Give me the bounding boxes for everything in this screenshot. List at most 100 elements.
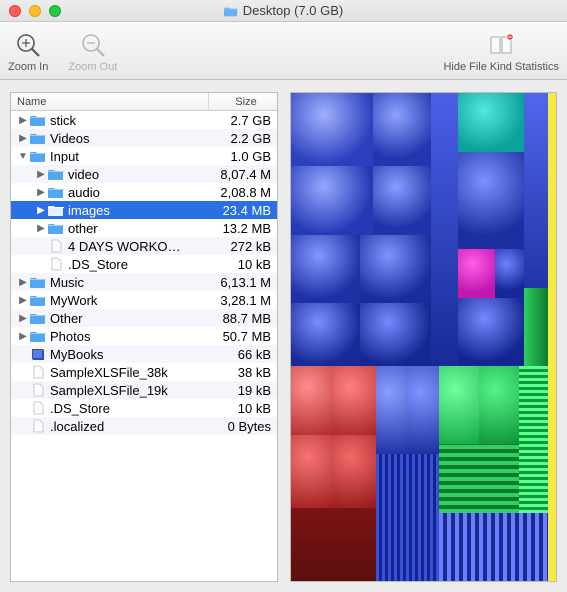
table-row[interactable]: ▶ Other88.7 MB bbox=[11, 309, 277, 327]
file-icon bbox=[48, 257, 64, 271]
table-row[interactable]: ▶ MyWork3,28.1 M bbox=[11, 291, 277, 309]
file-tree-panel: Name Size ▶ stick2.7 GB ▶ Videos2.2 GB▼Inpu… bbox=[10, 92, 278, 582]
row-size: 0 Bytes bbox=[207, 419, 271, 434]
row-size: 6,13.1 M bbox=[207, 275, 271, 290]
folder-icon bbox=[48, 167, 64, 181]
table-row[interactable]: ▶ video8,07.4 M bbox=[11, 165, 277, 183]
disclosure-triangle-icon[interactable]: ▶ bbox=[35, 223, 47, 234]
folder-icon bbox=[30, 149, 46, 163]
zoom-in-label: Zoom In bbox=[8, 61, 48, 73]
column-name[interactable]: Name bbox=[11, 93, 209, 110]
file-icon bbox=[48, 239, 64, 253]
row-label: .DS_Store bbox=[68, 257, 207, 272]
folder-icon bbox=[30, 293, 46, 307]
disclosure-triangle-icon[interactable]: ▶ bbox=[17, 295, 29, 306]
table-row[interactable]: .DS_Store10 kB bbox=[11, 255, 277, 273]
disclosure-triangle-icon[interactable]: ▶ bbox=[17, 277, 29, 288]
window-controls bbox=[0, 5, 61, 17]
table-row[interactable]: ▶ Photos50.7 MB bbox=[11, 327, 277, 345]
disclosure-triangle-icon[interactable]: ▶ bbox=[35, 187, 47, 198]
folder-icon bbox=[48, 221, 64, 235]
disclosure-triangle-icon[interactable]: ▶ bbox=[17, 313, 29, 324]
file-icon bbox=[30, 401, 46, 415]
window-title-text: Desktop (7.0 GB) bbox=[243, 3, 343, 18]
row-label: Photos bbox=[50, 329, 207, 344]
table-row[interactable]: ▶ other13.2 MB bbox=[11, 219, 277, 237]
table-row[interactable]: ▶ images23.4 MB bbox=[11, 201, 277, 219]
panel-icon bbox=[487, 31, 515, 59]
row-label: Other bbox=[50, 311, 207, 326]
row-label: Music bbox=[50, 275, 207, 290]
row-label: images bbox=[68, 203, 207, 218]
row-size: 3,28.1 M bbox=[207, 293, 271, 308]
folder-icon bbox=[30, 329, 46, 343]
close-icon[interactable] bbox=[9, 5, 21, 17]
disclosure-triangle-icon[interactable]: ▶ bbox=[17, 331, 29, 342]
row-label: MyBooks bbox=[50, 347, 207, 362]
row-size: 272 kB bbox=[207, 239, 271, 254]
table-header[interactable]: Name Size bbox=[11, 93, 277, 111]
table-row[interactable]: .localized0 Bytes bbox=[11, 417, 277, 435]
zoom-icon[interactable] bbox=[49, 5, 61, 17]
row-size: 2,08.8 M bbox=[207, 185, 271, 200]
disclosure-triangle-icon[interactable]: ▼ bbox=[17, 151, 29, 162]
minimize-icon[interactable] bbox=[29, 5, 41, 17]
zoom-out-button: Zoom Out bbox=[68, 31, 117, 73]
folder-icon bbox=[30, 131, 46, 145]
disclosure-triangle-icon[interactable]: ▶ bbox=[17, 115, 29, 126]
row-size: 50.7 MB bbox=[207, 329, 271, 344]
table-row[interactable]: .DS_Store10 kB bbox=[11, 399, 277, 417]
table-row[interactable]: ▼Input1.0 GB bbox=[11, 147, 277, 165]
row-size: 2.7 GB bbox=[207, 113, 271, 128]
row-label: audio bbox=[68, 185, 207, 200]
zoom-in-icon bbox=[14, 31, 42, 59]
table-row[interactable]: ▶ Music6,13.1 M bbox=[11, 273, 277, 291]
book-icon bbox=[30, 347, 46, 361]
file-icon bbox=[30, 383, 46, 397]
row-size: 8,07.4 M bbox=[207, 167, 271, 182]
treemap-panel[interactable] bbox=[290, 92, 557, 582]
toolbar: Zoom In Zoom Out Hide File Kind Statisti… bbox=[0, 22, 567, 80]
row-label: stick bbox=[50, 113, 207, 128]
table-row[interactable]: ▶ stick2.7 GB bbox=[11, 111, 277, 129]
row-size: 19 kB bbox=[207, 383, 271, 398]
folder-icon bbox=[30, 113, 46, 127]
row-label: 4 DAYS WORKO… bbox=[68, 239, 207, 254]
table-row[interactable]: MyBooks66 kB bbox=[11, 345, 277, 363]
row-label: Videos bbox=[50, 131, 207, 146]
folder-icon bbox=[30, 275, 46, 289]
row-label: .DS_Store bbox=[50, 401, 207, 416]
row-label: MyWork bbox=[50, 293, 207, 308]
titlebar: Desktop (7.0 GB) bbox=[0, 0, 567, 22]
disclosure-triangle-icon[interactable]: ▶ bbox=[35, 205, 47, 216]
zoom-out-icon bbox=[79, 31, 107, 59]
folder-icon bbox=[30, 311, 46, 325]
content-area: Name Size ▶ stick2.7 GB ▶ Videos2.2 GB▼Inpu… bbox=[0, 82, 567, 592]
folder-icon bbox=[48, 185, 64, 199]
row-label: SampleXLSFile_38k bbox=[50, 365, 207, 380]
folder-icon bbox=[224, 5, 238, 17]
row-size: 23.4 MB bbox=[207, 203, 271, 218]
table-row[interactable]: SampleXLSFile_19k19 kB bbox=[11, 381, 277, 399]
zoom-out-label: Zoom Out bbox=[68, 61, 117, 73]
rows-container: ▶ stick2.7 GB ▶ Videos2.2 GB▼Input1.0 GB ▶ vi… bbox=[11, 111, 277, 581]
row-label: video bbox=[68, 167, 207, 182]
row-label: .localized bbox=[50, 419, 207, 434]
row-label: SampleXLSFile_19k bbox=[50, 383, 207, 398]
table-row[interactable]: ▶ Videos2.2 GB bbox=[11, 129, 277, 147]
table-row[interactable]: 4 DAYS WORKO…272 kB bbox=[11, 237, 277, 255]
hide-stats-button[interactable]: Hide File Kind Statistics bbox=[443, 31, 559, 73]
table-row[interactable]: SampleXLSFile_38k38 kB bbox=[11, 363, 277, 381]
file-icon bbox=[30, 365, 46, 379]
row-size: 1.0 GB bbox=[207, 149, 271, 164]
disclosure-triangle-icon[interactable]: ▶ bbox=[17, 133, 29, 144]
table-row[interactable]: ▶ audio2,08.8 M bbox=[11, 183, 277, 201]
row-label: other bbox=[68, 221, 207, 236]
zoom-in-button[interactable]: Zoom In bbox=[8, 31, 48, 73]
disclosure-triangle-icon[interactable]: ▶ bbox=[35, 169, 47, 180]
column-size[interactable]: Size bbox=[209, 93, 277, 110]
window-title: Desktop (7.0 GB) bbox=[0, 3, 567, 18]
row-size: 2.2 GB bbox=[207, 131, 271, 146]
row-size: 13.2 MB bbox=[207, 221, 271, 236]
row-size: 88.7 MB bbox=[207, 311, 271, 326]
